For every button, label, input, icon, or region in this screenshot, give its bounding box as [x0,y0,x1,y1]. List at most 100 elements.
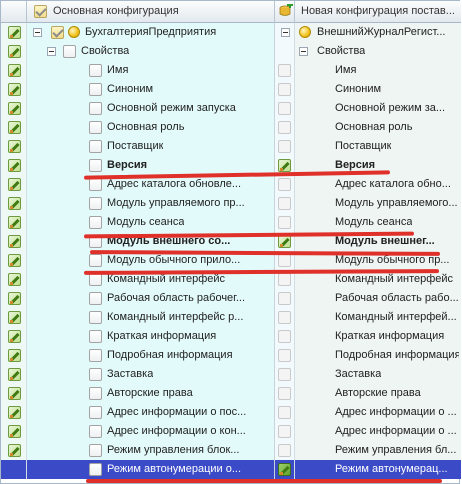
tree-row[interactable]: Основной режим запуска Основной режим за.… [1,99,461,118]
right-mark-cell[interactable] [275,42,295,61]
pencil-icon[interactable] [8,387,21,400]
right-mark-cell[interactable] [275,308,295,327]
left-mark-cell[interactable] [1,403,27,422]
right-tree-cell[interactable]: Авторские права [295,384,461,403]
tree-row[interactable]: Модуль сеанса Модуль сеанса [1,213,461,232]
item-checkbox[interactable] [278,197,291,210]
item-checkbox[interactable] [89,197,102,210]
left-tree-cell[interactable]: БухгалтерияПредприятия [27,23,275,42]
right-tree-cell[interactable]: Режим управления бл... [295,441,461,460]
item-checkbox[interactable] [89,121,102,134]
collapse-toggle-icon[interactable] [33,28,42,37]
pencil-icon[interactable] [8,64,21,77]
tree-row[interactable]: Режим управления блок... Режим управления… [1,441,461,460]
pencil-icon[interactable] [8,197,21,210]
right-mark-cell[interactable] [275,80,295,99]
left-mark-cell[interactable] [1,346,27,365]
collapse-toggle-icon[interactable] [299,47,308,56]
right-tree-cell[interactable]: Рабочая область рабо... [295,289,461,308]
left-tree-cell[interactable]: Краткая информация [27,327,275,346]
item-checkbox[interactable] [89,216,102,229]
tree-row[interactable]: Адрес информации о кон... Адрес информаци… [1,422,461,441]
pencil-icon[interactable] [8,444,21,457]
tree-row[interactable]: Адрес информации о пос... Адрес информаци… [1,403,461,422]
item-checkbox[interactable] [89,292,102,305]
tree-row[interactable]: Основная роль Основная роль [1,118,461,137]
collapse-toggle-icon[interactable] [281,28,290,37]
pencil-icon[interactable] [8,216,21,229]
left-tree-cell[interactable]: Модуль сеанса [27,213,275,232]
left-tree-cell[interactable]: Заставка [27,365,275,384]
pencil-icon[interactable] [8,311,21,324]
header-checkbox-icon[interactable] [34,5,47,18]
tree-row[interactable]: Свойства Свойства [1,42,461,61]
tree-row[interactable]: Модуль управляемого пр... Модуль управляе… [1,194,461,213]
right-mark-cell[interactable] [275,194,295,213]
item-checkbox[interactable] [278,64,291,77]
pencil-icon[interactable] [8,425,21,438]
left-mark-cell[interactable] [1,460,27,479]
item-checkbox[interactable] [89,140,102,153]
right-tree-cell[interactable]: Подробная информация [295,346,461,365]
right-mark-cell[interactable] [275,99,295,118]
pencil-icon[interactable] [8,273,21,286]
header-main-config[interactable]: Основная конфигурация [27,1,275,23]
left-tree-cell[interactable]: Модуль управляемого пр... [27,194,275,213]
item-checkbox[interactable] [278,368,291,381]
tree-row[interactable]: Рабочая область рабочег... Рабочая област… [1,289,461,308]
left-mark-cell[interactable] [1,175,27,194]
right-tree-cell[interactable]: Адрес информации о ... [295,403,461,422]
right-mark-cell[interactable] [275,289,295,308]
left-tree-cell[interactable]: Основной режим запуска [27,99,275,118]
item-checkbox[interactable] [51,26,64,39]
left-mark-cell[interactable] [1,251,27,270]
left-mark-cell[interactable] [1,365,27,384]
left-mark-cell[interactable] [1,23,27,42]
left-tree-cell[interactable]: Командный интерфейс р... [27,308,275,327]
left-tree-cell[interactable]: Авторские права [27,384,275,403]
item-checkbox[interactable] [89,83,102,96]
item-checkbox[interactable] [89,102,102,115]
item-checkbox[interactable] [89,254,102,267]
right-tree-cell[interactable]: Адрес информации о ... [295,422,461,441]
left-mark-cell[interactable] [1,61,27,80]
left-tree-cell[interactable]: Подробная информация [27,346,275,365]
tree-row[interactable]: Поставщик Поставщик [1,137,461,156]
item-checkbox[interactable] [278,387,291,400]
left-mark-cell[interactable] [1,289,27,308]
item-checkbox[interactable] [278,406,291,419]
collapse-toggle-icon[interactable] [47,47,56,56]
item-checkbox[interactable] [89,349,102,362]
left-mark-cell[interactable] [1,213,27,232]
right-tree-cell[interactable]: Заставка [295,365,461,384]
tree-row[interactable]: БухгалтерияПредприятия ВнешнийЖурналРегис… [1,23,461,42]
item-checkbox[interactable] [278,349,291,362]
tree-row[interactable]: Авторские права Авторские права [1,384,461,403]
item-checkbox[interactable] [89,64,102,77]
right-mark-cell[interactable] [275,118,295,137]
right-tree-cell[interactable]: Синоним [295,80,461,99]
left-mark-cell[interactable] [1,384,27,403]
item-checkbox[interactable] [278,83,291,96]
right-mark-cell[interactable] [275,403,295,422]
right-tree-cell[interactable]: Адрес каталога обно... [295,175,461,194]
item-checkbox[interactable] [278,292,291,305]
right-mark-cell[interactable] [275,175,295,194]
left-tree-cell[interactable]: Режим автонумерации о... [27,460,275,479]
item-checkbox[interactable] [89,330,102,343]
item-checkbox[interactable] [89,311,102,324]
right-mark-cell[interactable] [275,422,295,441]
left-tree-cell[interactable]: Синоним [27,80,275,99]
item-checkbox[interactable] [278,121,291,134]
item-checkbox[interactable] [278,444,291,457]
pencil-icon[interactable] [8,368,21,381]
left-tree-cell[interactable]: Рабочая область рабочег... [27,289,275,308]
tree-row[interactable]: Подробная информация Подробная информация [1,346,461,365]
pencil-icon[interactable] [8,330,21,343]
left-mark-cell[interactable] [1,308,27,327]
pencil-icon[interactable] [8,235,21,248]
left-mark-cell[interactable] [1,327,27,346]
item-checkbox[interactable] [89,425,102,438]
pencil-icon[interactable] [8,254,21,267]
left-tree-cell[interactable]: Свойства [27,42,275,61]
